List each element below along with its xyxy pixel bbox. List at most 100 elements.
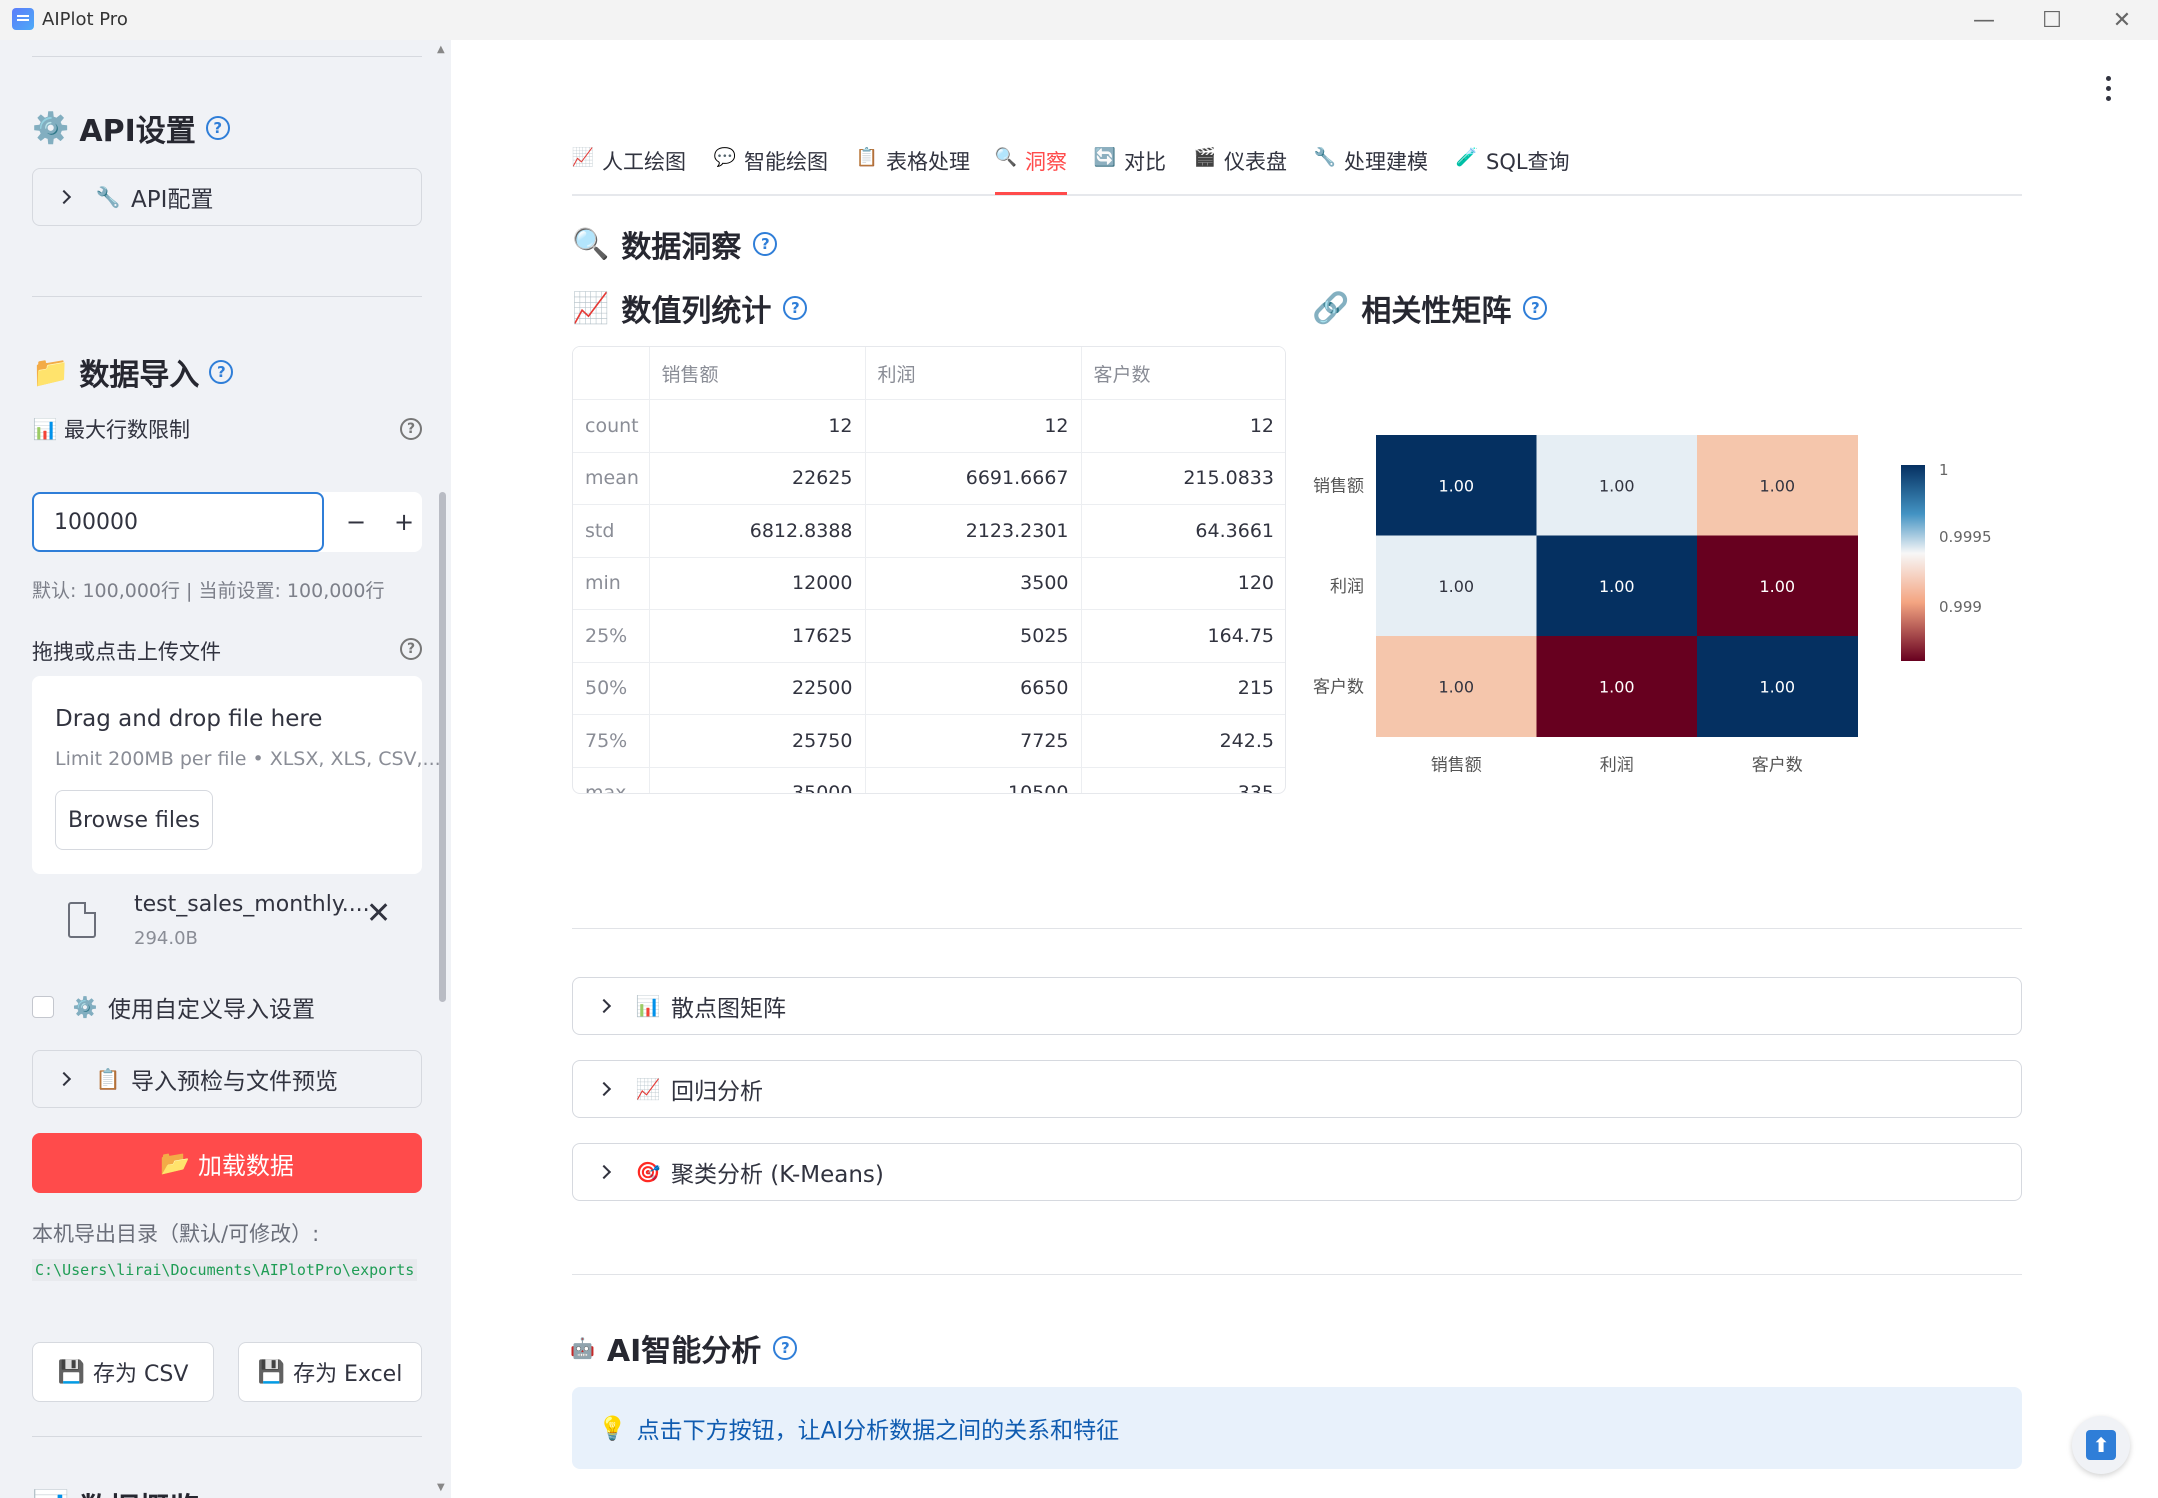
- folder-icon: 📁: [32, 354, 70, 390]
- scroll-down-icon[interactable]: ▼: [437, 1482, 445, 1493]
- table-cell: 215: [1081, 662, 1285, 715]
- file-icon: [68, 902, 96, 938]
- import-preview-expander[interactable]: 📋 导入预检与文件预览: [32, 1050, 422, 1108]
- data-import-heading: 📁 数据导入 ?: [32, 350, 234, 394]
- table-cell: 120: [1081, 557, 1285, 610]
- maximize-button[interactable]: ☐: [2020, 0, 2084, 40]
- help-icon[interactable]: ?: [400, 638, 422, 660]
- sidebar-scrollbar[interactable]: [437, 40, 447, 1498]
- increment-button[interactable]: +: [380, 492, 428, 552]
- tab-table-processing[interactable]: 📋 表格处理: [856, 140, 970, 196]
- help-icon[interactable]: ?: [400, 418, 422, 440]
- stats-table[interactable]: 销售额 利润 客户数 count 12 12 12 mean 22625 6691.666…: [572, 346, 1286, 794]
- decrement-button[interactable]: −: [332, 492, 380, 552]
- tab-insight[interactable]: 🔍 洞察: [995, 140, 1067, 195]
- y-tick-label: 客户数: [1313, 677, 1364, 697]
- scroll-to-top-button[interactable]: ⬆: [2072, 1416, 2130, 1474]
- wrench-icon: 🔧: [1313, 146, 1337, 168]
- title-bar: AIPlot Pro — ☐ ✕: [0, 0, 2158, 40]
- scatter-matrix-expander[interactable]: 📊 散点图矩阵: [572, 977, 2022, 1035]
- file-name: test_sales_monthly....: [134, 892, 370, 917]
- table-cell: 6812.8388: [649, 504, 866, 558]
- link-icon: 🔗: [1312, 290, 1350, 326]
- column-header[interactable]: 客户数: [1081, 347, 1285, 400]
- table-cell: 17625: [649, 609, 866, 663]
- table-cell: 242.5: [1081, 714, 1285, 768]
- remove-file-icon[interactable]: ✕: [366, 896, 391, 931]
- save-excel-button[interactable]: 💾 存为 Excel: [238, 1342, 422, 1402]
- max-rows-input[interactable]: 100000: [32, 492, 324, 552]
- help-icon[interactable]: ?: [205, 116, 230, 140]
- tab-compare[interactable]: 🔄 对比: [1094, 140, 1166, 196]
- regression-expander[interactable]: 📈 回归分析: [572, 1060, 2022, 1118]
- close-window-button[interactable]: ✕: [2090, 0, 2154, 40]
- folder-icon: 📂: [160, 1149, 190, 1177]
- table-cell: 25750: [649, 714, 866, 768]
- clustering-expander[interactable]: 🎯 聚类分析 (K-Means): [572, 1143, 2022, 1201]
- column-header[interactable]: 销售额: [649, 347, 866, 400]
- export-path[interactable]: C:\Users\lirai\Documents\AIPlotPro\expor…: [32, 1254, 422, 1286]
- tab-smart-plot[interactable]: 💬 智能绘图: [714, 140, 828, 196]
- api-config-expander[interactable]: 🔧 API配置: [32, 168, 422, 226]
- table-cell: 2123.2301: [865, 504, 1082, 558]
- ai-info-box: 💡 点击下方按钮，让AI分析数据之间的关系和特征: [572, 1387, 2022, 1469]
- row-label: mean: [573, 452, 650, 505]
- test-tube-icon: 🧪: [1455, 146, 1479, 168]
- divider: [32, 296, 422, 297]
- custom-import-checkbox[interactable]: [32, 996, 54, 1018]
- heatmap-cell-label: 1.00: [1759, 677, 1795, 696]
- correlation-heading: 🔗 相关性矩阵 ?: [1312, 286, 1548, 330]
- tab-modeling[interactable]: 🔧 处理建模: [1314, 140, 1428, 196]
- divider: [572, 928, 2022, 929]
- load-data-button[interactable]: 📂 加载数据: [32, 1133, 422, 1193]
- file-dropzone[interactable]: Drag and drop file here Limit 200MB per …: [32, 676, 441, 874]
- heatmap-cell-label: 1.00: [1599, 476, 1635, 495]
- heatmap-cell-label: 1.00: [1438, 677, 1474, 696]
- table-cell: 6691.6667: [865, 452, 1082, 505]
- help-icon[interactable]: ?: [783, 296, 808, 320]
- clipboard-icon: 📋: [855, 146, 879, 168]
- save-csv-button[interactable]: 💾 存为 CSV: [32, 1342, 214, 1402]
- colorbar-tick-label: 0.999: [1939, 598, 1982, 616]
- gear-icon: ⚙️: [32, 110, 70, 146]
- tab-manual-plot[interactable]: 📈 人工绘图: [572, 140, 686, 196]
- ai-analysis-heading: 🤖 AI智能分析 ?: [570, 1326, 798, 1370]
- tab-dashboard[interactable]: 🎬 仪表盘: [1194, 140, 1287, 196]
- window-title: AIPlot Pro: [42, 9, 128, 30]
- chat-bubble-icon: 💬: [713, 146, 737, 168]
- uploaded-file: test_sales_monthly.... 294.0B ✕: [32, 890, 422, 960]
- heatmap-cell-label: 1.00: [1438, 476, 1474, 495]
- column-header[interactable]: 利润: [865, 347, 1082, 400]
- heatmap-cell-label: 1.00: [1759, 476, 1795, 495]
- row-label: min: [573, 557, 650, 610]
- table-cell: 5025: [865, 609, 1082, 663]
- refresh-icon: 🔄: [1093, 146, 1117, 168]
- bar-chart-icon: 📊: [635, 994, 661, 1018]
- table-cell: 12: [865, 399, 1082, 453]
- x-tick-label: 销售额: [1431, 756, 1482, 776]
- table-cell: 164.75: [1081, 609, 1285, 663]
- help-icon[interactable]: ?: [753, 232, 778, 256]
- help-icon[interactable]: ?: [209, 360, 234, 384]
- divider: [32, 56, 422, 57]
- scrollbar-thumb[interactable]: [439, 492, 446, 1002]
- table-cell: 12: [649, 399, 866, 453]
- robot-icon: 🤖: [570, 1336, 595, 1360]
- browse-files-button[interactable]: Browse files: [55, 790, 213, 850]
- scroll-up-icon[interactable]: ▲: [437, 44, 445, 55]
- table-row: max 35000 10500 335: [573, 767, 1285, 793]
- minimize-button[interactable]: —: [1952, 0, 2016, 40]
- upload-label: 拖拽或点击上传文件 ?: [32, 636, 422, 666]
- insight-heading: 🔍 数据洞察 ?: [572, 222, 778, 266]
- y-tick-label: 利润: [1330, 577, 1364, 597]
- tab-sql-query[interactable]: 🧪 SQL查询: [1456, 140, 1570, 196]
- correlation-heatmap[interactable]: 1.00 1.00 1.00 销售额 1.00 1.00 1.00 利润 1.00 1.00 1.0…: [1300, 420, 2020, 780]
- help-icon[interactable]: ?: [1523, 296, 1548, 320]
- magnifier-icon: 🔍: [572, 226, 610, 262]
- table-cell: 64.3661: [1081, 504, 1285, 558]
- more-options-icon[interactable]: [2106, 76, 2112, 106]
- table-cell: 10500: [865, 767, 1082, 793]
- heatmap-cell-label: 1.00: [1599, 577, 1635, 596]
- help-icon[interactable]: ?: [773, 1336, 798, 1360]
- y-tick-label: 销售额: [1313, 476, 1364, 496]
